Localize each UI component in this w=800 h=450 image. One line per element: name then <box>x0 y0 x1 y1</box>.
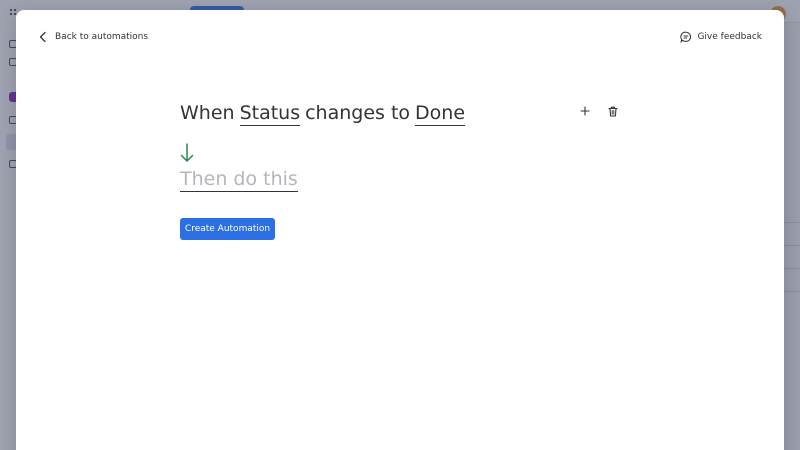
trigger-actions <box>578 104 620 118</box>
automation-recipe: When Status changes to Done Then do this <box>180 98 640 192</box>
give-feedback-link[interactable]: Give feedback <box>680 29 762 45</box>
arrow-down-icon <box>180 143 194 162</box>
automation-builder-modal: Back to automations Give feedback When S… <box>16 10 784 450</box>
trigger-middle: changes to <box>305 102 411 124</box>
plus-icon <box>580 106 590 116</box>
back-to-automations-link[interactable]: Back to automations <box>38 29 148 45</box>
chevron-left-icon <box>39 31 46 43</box>
trigger-sentence: When Status changes to Done <box>180 98 640 128</box>
add-condition-button[interactable] <box>578 104 592 118</box>
value-token[interactable]: Done <box>415 102 466 126</box>
back-label: Back to automations <box>55 32 149 42</box>
create-automation-button[interactable]: Create Automation <box>180 218 275 240</box>
action-placeholder[interactable]: Then do this <box>180 168 298 192</box>
chat-bubble-icon <box>680 31 692 43</box>
trash-icon <box>608 106 618 117</box>
feedback-label: Give feedback <box>697 32 762 42</box>
column-token[interactable]: Status <box>239 102 301 126</box>
trigger-prefix: When <box>180 102 235 124</box>
delete-trigger-button[interactable] <box>606 104 620 118</box>
